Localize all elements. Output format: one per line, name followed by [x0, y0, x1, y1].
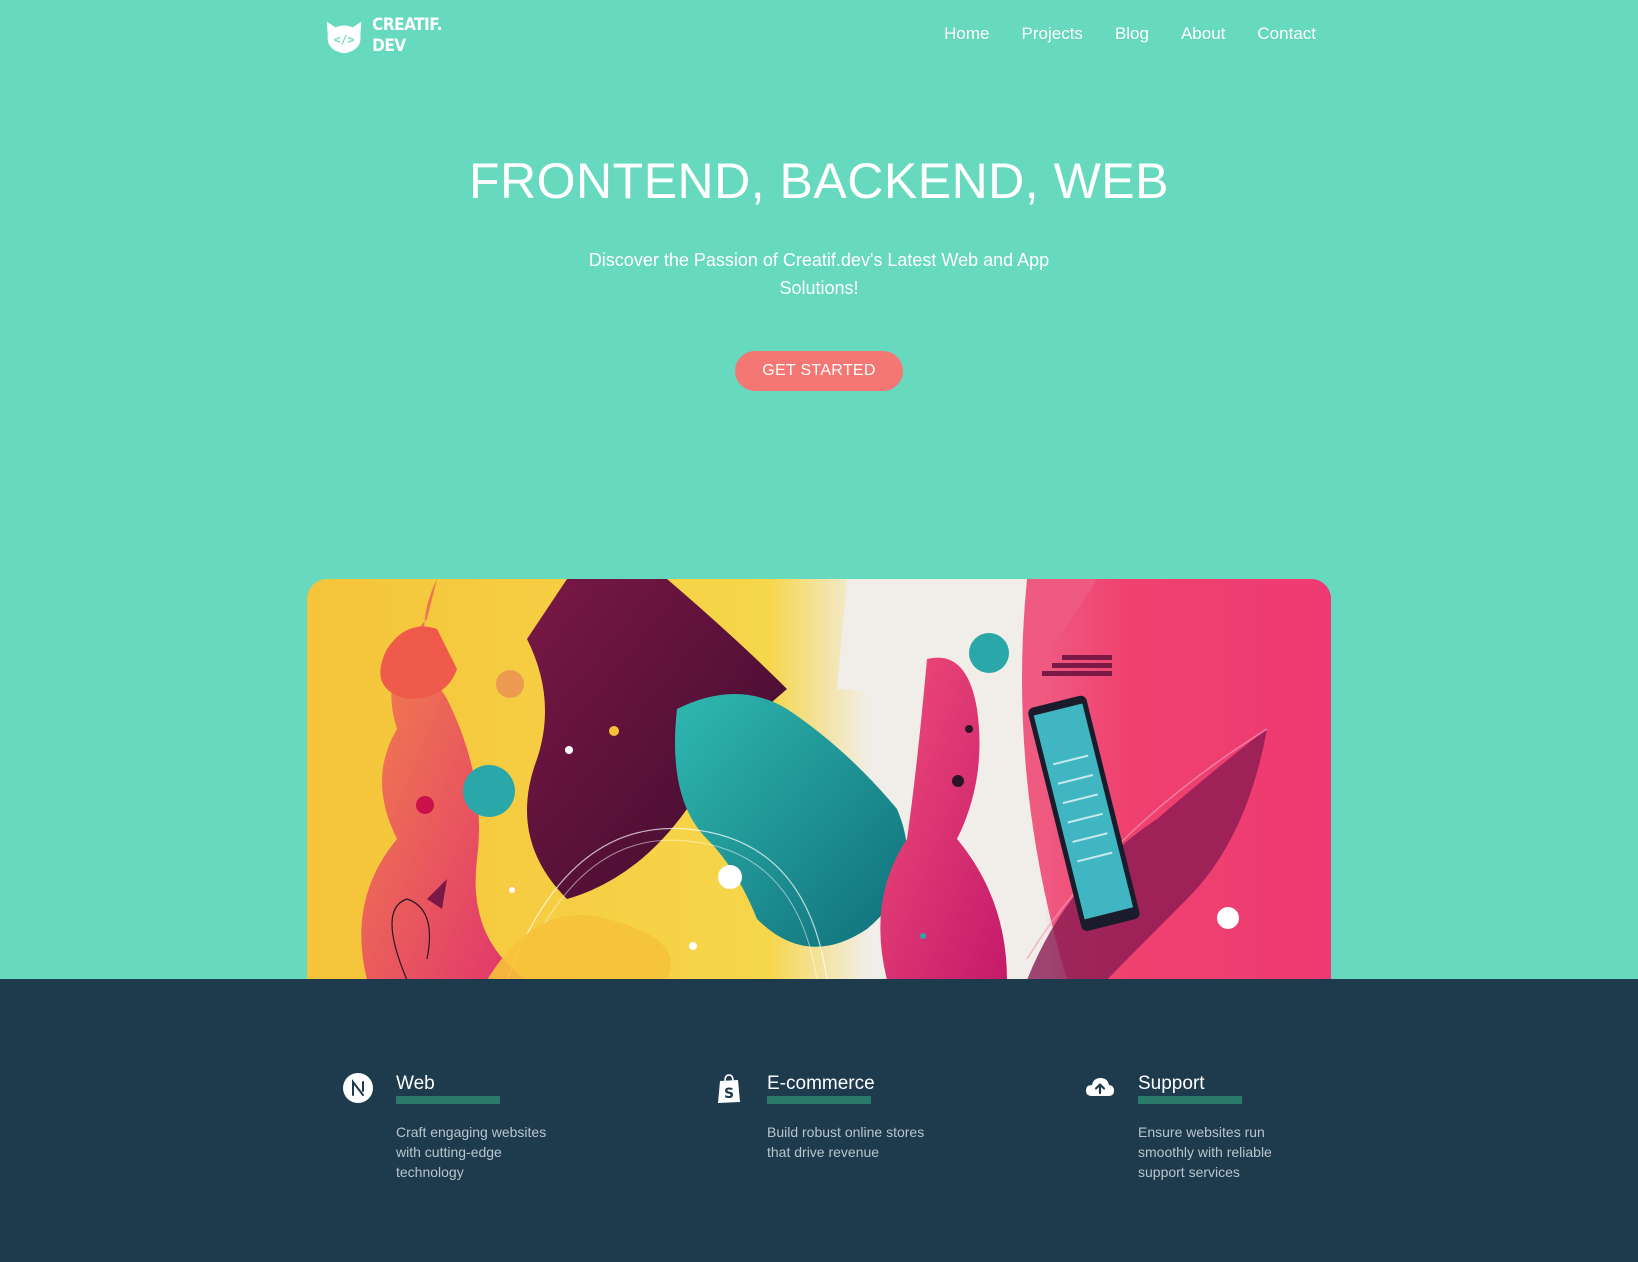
service-title: E-commerce [767, 1073, 875, 1094]
title-underline [1138, 1096, 1242, 1104]
service-ecommerce: S E-commerce Build robust online stores … [713, 1069, 993, 1199]
nav-links: Home Projects Blog About Contact [944, 24, 1316, 44]
shopify-icon: S [718, 1074, 740, 1103]
service-web: Web Craft engaging websites with cutting… [342, 1069, 622, 1199]
cloud-upload-icon [1086, 1078, 1114, 1096]
logo-text: CREATIF. DEV [372, 15, 442, 57]
service-support: Support Ensure websites run smoothly wit… [1084, 1069, 1364, 1199]
nav-projects[interactable]: Projects [1022, 24, 1083, 44]
logo-text-line2: DEV [372, 36, 406, 56]
title-underline [767, 1096, 871, 1104]
cat-code-logo-icon: </> [326, 21, 362, 54]
hero-title: FRONTEND, BACKEND, WEB [469, 153, 1169, 209]
hero-subtitle: Discover the Passion of Creatif.dev's La… [588, 250, 1050, 298]
logo-text-line1: CREATIF. [372, 15, 442, 35]
service-description: Ensure websites run smoothly with reliab… [1138, 1124, 1272, 1180]
nav-blog[interactable]: Blog [1115, 24, 1149, 44]
service-description: Build robust online stores that drive re… [767, 1124, 925, 1160]
nav-home[interactable]: Home [944, 24, 989, 44]
logo[interactable]: </> CREATIF. DEV [322, 12, 442, 60]
service-description: Craft engaging websites with cutting-edg… [396, 1124, 547, 1180]
nav-about[interactable]: About [1181, 24, 1225, 44]
title-underline [396, 1096, 500, 1104]
service-title: Support [1138, 1073, 1205, 1094]
svg-text:S: S [724, 1086, 734, 1102]
hero-section: </> CREATIF. DEV Home Projects Blog Abou… [0, 0, 1638, 980]
abstract-illustration [307, 579, 1331, 980]
navbar: </> CREATIF. DEV Home Projects Blog Abou… [0, 0, 1638, 80]
svg-text:</>: </> [334, 33, 355, 47]
nextjs-icon [343, 1073, 373, 1103]
hero-illustration [307, 579, 1331, 980]
get-started-button[interactable]: GET STARTED [735, 351, 903, 391]
nav-contact[interactable]: Contact [1257, 24, 1316, 44]
service-title: Web [396, 1073, 435, 1094]
